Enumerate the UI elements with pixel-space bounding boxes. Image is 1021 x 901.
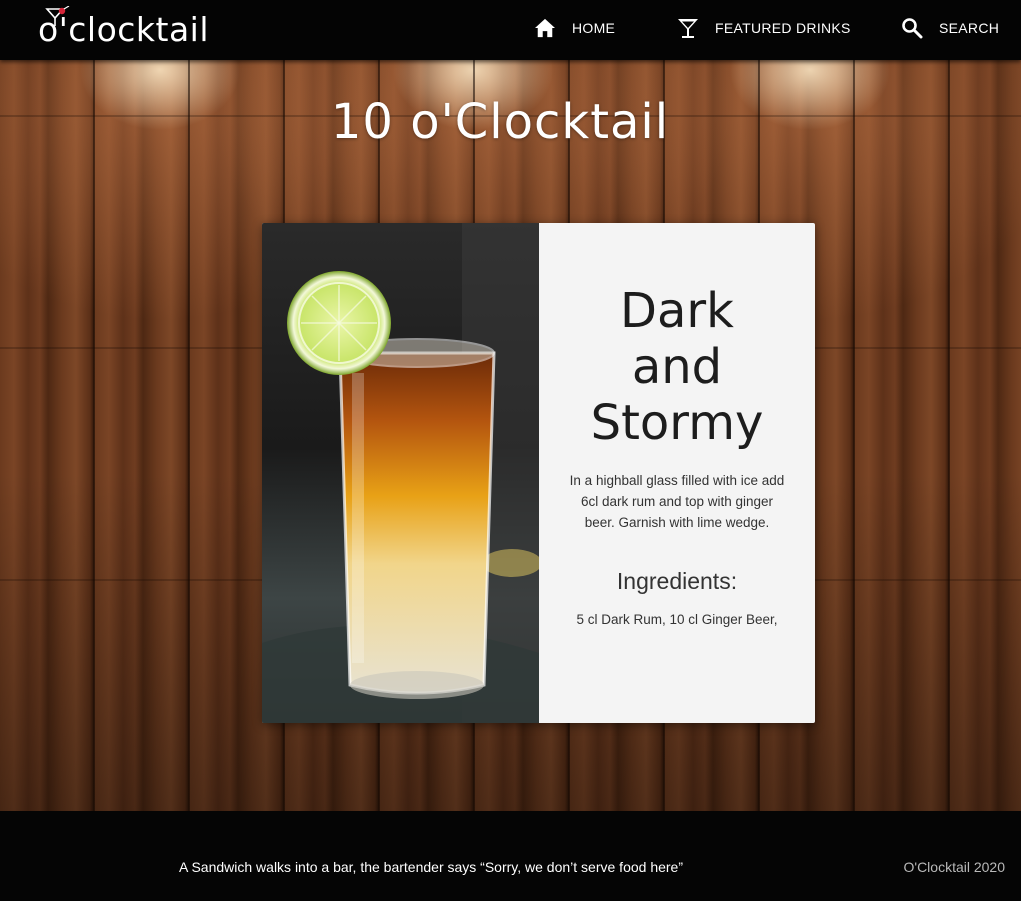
drink-details: Dark and Stormy In a highball glass fill… <box>539 223 815 723</box>
drink-instructions: In a highball glass filled with ice add … <box>569 473 785 530</box>
footer: A Sandwich walks into a bar, the bartend… <box>0 811 1021 901</box>
nav-home-label: HOME <box>572 20 616 36</box>
nav-search-label: SEARCH <box>939 20 1000 36</box>
home-icon <box>535 18 555 38</box>
nav-home[interactable]: HOME <box>534 14 615 42</box>
drink-name-line: Dark <box>620 283 734 339</box>
drink-name: Dark and Stormy <box>539 283 815 451</box>
footer-copyright: O'Clocktail 2020 <box>903 859 1006 875</box>
logo-text: o'clocktail <box>38 10 210 49</box>
ingredients-heading: Ingredients: <box>616 568 738 594</box>
drink-name-line: and <box>631 339 723 395</box>
cocktail-glass-icon <box>678 19 698 38</box>
nav-featured-label: FEATURED DRINKS <box>715 20 851 36</box>
search-icon <box>902 18 923 39</box>
drink-name-line: Stormy <box>590 395 764 451</box>
top-navbar: o'clocktail HOME FEATURED DRINKS SEARCH <box>0 0 1021 60</box>
site-logo[interactable]: o'clocktail <box>38 6 228 54</box>
ingredients-list: 5 cl Dark Rum, 10 cl Ginger Beer, <box>576 612 778 627</box>
main-content: 10 o'Clocktail Dark and Stormy In a high… <box>0 60 1021 811</box>
drink-card: Dark and Stormy In a highball glass fill… <box>262 223 815 723</box>
drink-photo <box>262 223 539 723</box>
nav-featured-drinks[interactable]: FEATURED DRINKS <box>677 14 851 42</box>
nav-search[interactable]: SEARCH <box>901 14 999 42</box>
footer-joke: A Sandwich walks into a bar, the bartend… <box>179 859 683 875</box>
page-title: 10 o'Clocktail <box>330 94 670 150</box>
